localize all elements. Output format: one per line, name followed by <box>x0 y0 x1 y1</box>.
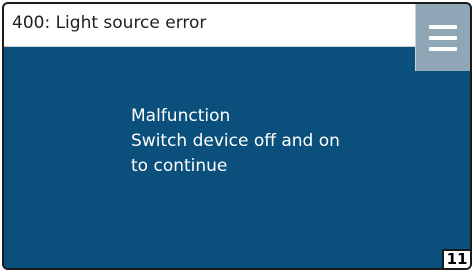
menu-button[interactable] <box>415 4 470 71</box>
message-line-2: Switch device off and on <box>131 131 340 151</box>
message-line-1: Malfunction <box>131 106 231 126</box>
message-line-3: to continue <box>131 156 228 176</box>
hamburger-menu-icon <box>429 25 457 51</box>
error-title: 400: Light source error <box>12 13 207 33</box>
error-message: Malfunction Switch device off and on to … <box>131 104 340 179</box>
device-screen: 400: Light source error Malfunction Swit… <box>2 2 472 270</box>
page-number-badge: 11 <box>442 249 470 268</box>
title-bar: 400: Light source error <box>4 4 415 47</box>
